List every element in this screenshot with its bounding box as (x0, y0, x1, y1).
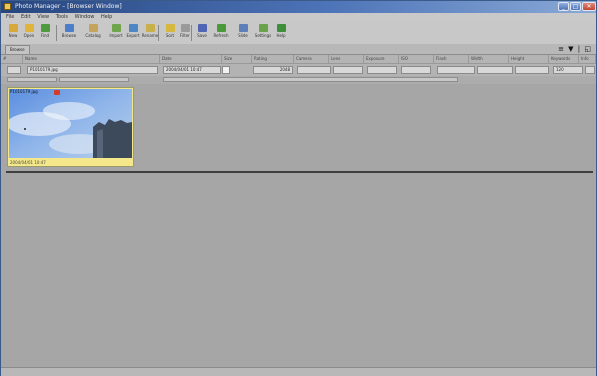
thumbnail-card[interactable]: P1010179.jpg 2004/04/01 10:47 (7, 87, 134, 167)
toolbar-button-slideshow[interactable]: Slide (233, 24, 253, 42)
toolbar-button-help[interactable]: Help (271, 24, 291, 42)
toolbar-label: Help (276, 33, 286, 38)
menu-tools[interactable]: Tools (56, 13, 68, 22)
toolbar-label: Save (197, 33, 207, 38)
menu-window[interactable]: Window (75, 13, 95, 22)
menu-view[interactable]: View (37, 13, 49, 22)
import-icon (111, 24, 121, 32)
slideshow-icon (238, 24, 248, 32)
new-icon (8, 24, 18, 32)
filter-flash-field[interactable] (437, 66, 475, 74)
tab-browse[interactable]: Browse (5, 45, 30, 54)
title-bar[interactable]: Photo Manager – [Browser Window] _ □ ✕ (1, 1, 596, 13)
minimize-button[interactable]: _ (558, 2, 569, 11)
toolbar-separator (56, 25, 57, 41)
toolbar-button-catalog[interactable]: Catalog (83, 24, 103, 42)
toolbar-label: Settings (254, 33, 272, 38)
close-button[interactable]: ✕ (582, 2, 596, 11)
thumbnail-caption: 2004/04/01 10:47 (10, 160, 46, 165)
save-icon (197, 24, 207, 32)
app-icon (4, 3, 11, 10)
column-date[interactable]: Date (160, 55, 222, 63)
window-title: Photo Manager – [Browser Window] (15, 3, 122, 10)
date-picker-button[interactable] (222, 66, 230, 74)
status-bar (1, 367, 596, 376)
filter-icon (180, 24, 190, 32)
toolbar-label: Catalog (85, 33, 101, 38)
toolbar-button-save[interactable]: Save (192, 24, 212, 42)
view-bar: Browse ≡ ▼ | ◱ (1, 44, 596, 55)
column-header: # Name Date Size Rating Camera Lens Expo… (1, 55, 596, 64)
refresh-icon (216, 24, 226, 32)
size-handle[interactable] (59, 77, 129, 82)
menu-edit[interactable]: Edit (21, 13, 31, 22)
flag-icon[interactable] (54, 90, 60, 95)
column-size[interactable]: Size (222, 55, 252, 63)
thumbnail-label: P1010179.jpg (10, 89, 38, 94)
filter-name-field[interactable]: P1010179.jpg (27, 66, 158, 74)
settings-icon (258, 24, 268, 32)
view-mode-icons[interactable]: ≡ ▼ | ◱ (558, 45, 592, 53)
size-handle[interactable] (7, 77, 57, 82)
filter-index-field[interactable] (7, 66, 21, 74)
menu-help[interactable]: Help (101, 13, 112, 22)
toolbar-label: Rename (141, 33, 159, 38)
toolbar-label: Find (40, 33, 50, 38)
toolbar-label: Slide (238, 33, 248, 38)
column-camera[interactable]: Camera (294, 55, 329, 63)
toolbar-button-browse[interactable]: Browse (59, 24, 79, 42)
filter-size-field[interactable]: 2048 (253, 66, 293, 74)
catalog-icon (88, 24, 98, 32)
filter-width-field[interactable] (477, 66, 513, 74)
photo-thumbnail (9, 89, 132, 158)
filter-camera-field[interactable] (297, 66, 331, 74)
size-handle[interactable] (163, 77, 458, 82)
filter-exposure-field[interactable] (367, 66, 397, 74)
column-keywords[interactable]: Keywords (549, 55, 579, 63)
filter-iso-field[interactable] (401, 66, 431, 74)
maximize-button[interactable]: □ (570, 2, 581, 11)
browse-icon (64, 24, 74, 32)
folder-icon (24, 24, 34, 32)
filter-height-field[interactable] (515, 66, 549, 74)
sort-icon (165, 24, 175, 32)
column-height[interactable]: Height (509, 55, 549, 63)
filter-keywords-field[interactable]: 120 (553, 66, 583, 74)
help-icon (276, 24, 286, 32)
menu-file[interactable]: File (6, 13, 14, 22)
column-index[interactable]: # (1, 55, 23, 63)
column-rating[interactable]: Rating (252, 55, 294, 63)
column-name[interactable]: Name (23, 55, 160, 63)
sky-tower-photo (9, 89, 132, 158)
toolbar: New Open Find Browse Catalog Import Expo… (1, 22, 596, 45)
export-icon (128, 24, 138, 32)
toolbar-button-find[interactable]: Find (35, 24, 55, 42)
column-exposure[interactable]: Exposure (364, 55, 399, 63)
toolbar-button-settings[interactable]: Settings (253, 24, 273, 42)
filter-lens-field[interactable] (333, 66, 363, 74)
toolbar-button-rename[interactable]: Rename (140, 24, 160, 42)
toolbar-label: Browse (61, 33, 77, 38)
column-size-bar (1, 76, 596, 84)
filter-date-field[interactable]: 2004/04/01 10:47 (163, 66, 221, 74)
column-width[interactable]: Width (469, 55, 509, 63)
rename-icon (145, 24, 155, 32)
toolbar-separator (158, 25, 159, 41)
filter-info-field[interactable] (585, 66, 595, 74)
app-window: Photo Manager – [Browser Window] _ □ ✕ F… (0, 0, 597, 376)
toolbar-button-refresh[interactable]: Refresh (211, 24, 231, 42)
column-flash[interactable]: Flash (434, 55, 469, 63)
column-iso[interactable]: ISO (399, 55, 434, 63)
pane-divider[interactable] (6, 171, 593, 173)
column-info[interactable]: Info (579, 55, 596, 63)
toolbar-label: Refresh (213, 33, 229, 38)
find-icon (40, 24, 50, 32)
column-lens[interactable]: Lens (329, 55, 364, 63)
